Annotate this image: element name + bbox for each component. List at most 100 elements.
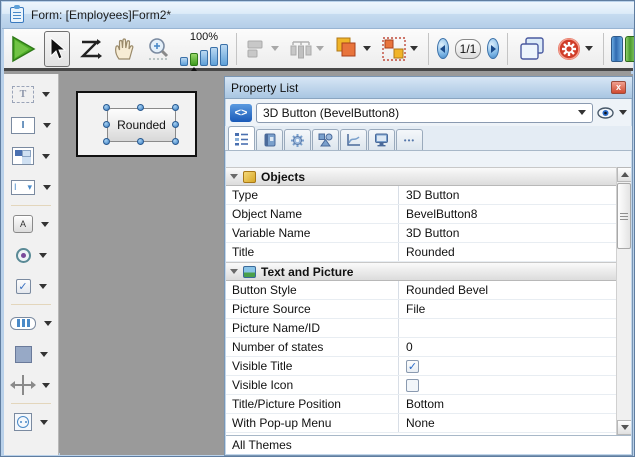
- property-value[interactable]: Rounded Bevel: [399, 283, 616, 297]
- scroll-up-button[interactable]: [617, 167, 631, 182]
- theme-filter-bar[interactable]: All Themes: [226, 435, 631, 454]
- property-row-number-of-states[interactable]: Number of states 0: [226, 338, 616, 357]
- window-titlebar[interactable]: Form: [Employees]Form2*: [2, 2, 635, 29]
- scrollbar-thumb[interactable]: [617, 183, 631, 249]
- selection-handle-ne[interactable]: [172, 104, 179, 111]
- tool-list-box[interactable]: [12, 145, 50, 167]
- z-order-tool-button[interactable]: [76, 31, 104, 67]
- tool-plugin-area[interactable]: [14, 411, 48, 433]
- tool-dropdown-arrow[interactable]: [44, 321, 52, 326]
- tool-input-field[interactable]: I: [11, 114, 51, 136]
- property-value[interactable]: Rounded: [399, 245, 616, 259]
- tool-dropdown-arrow[interactable]: [42, 154, 50, 159]
- gear-dropdown-arrow[interactable]: [585, 46, 593, 51]
- tool-button[interactable]: A: [13, 213, 49, 235]
- property-value[interactable]: BevelButton8: [399, 207, 616, 221]
- object-navigate-icon[interactable]: <>: [230, 104, 252, 122]
- property-value[interactable]: 0: [399, 340, 616, 354]
- page-indicator: 1/1: [455, 39, 481, 59]
- execute-form-button[interactable]: [8, 31, 38, 67]
- selection-handle-e[interactable]: [172, 121, 179, 128]
- property-row-with-popup-menu[interactable]: With Pop-up Menu None: [226, 414, 616, 433]
- property-row-button-style[interactable]: Button Style Rounded Bevel: [226, 281, 616, 300]
- gear-actions-button[interactable]: [554, 31, 595, 67]
- property-row-type[interactable]: Type 3D Button: [226, 186, 616, 205]
- selection-handle-w[interactable]: [103, 121, 110, 128]
- tab-properties-list[interactable]: [228, 126, 255, 150]
- property-value[interactable]: Bottom: [399, 397, 616, 411]
- distribute-dropdown-arrow[interactable]: [316, 46, 324, 51]
- tool-dropdown-arrow[interactable]: [41, 222, 49, 227]
- visible-icon-checkbox[interactable]: ✓: [406, 379, 419, 392]
- tab-shapes[interactable]: [312, 129, 339, 150]
- collapse-triangle-icon[interactable]: [230, 174, 238, 179]
- property-row-variable-name[interactable]: Variable Name 3D Button: [226, 224, 616, 243]
- tool-radio-button[interactable]: [16, 244, 47, 266]
- close-icon[interactable]: x: [611, 81, 626, 94]
- level-button[interactable]: [332, 31, 373, 67]
- zoom-tool-button[interactable]: [144, 31, 174, 67]
- duplicate-grid-button[interactable]: [379, 31, 420, 67]
- tool-dropdown-arrow[interactable]: [43, 123, 51, 128]
- selection-handle-nw[interactable]: [103, 104, 110, 111]
- tool-rectangle[interactable]: [15, 343, 48, 365]
- property-row-title-picture-position[interactable]: Title/Picture Position Bottom: [226, 395, 616, 414]
- gear-icon: [556, 36, 582, 62]
- selection-handle-se[interactable]: [172, 138, 179, 145]
- object-selector-dropdown[interactable]: 3D Button (BevelButton8): [256, 103, 593, 123]
- tool-static-text[interactable]: T: [12, 83, 50, 105]
- themes-books-button[interactable]: [611, 36, 635, 62]
- selection-handle-sw[interactable]: [103, 138, 110, 145]
- tab-book[interactable]: [256, 129, 283, 150]
- tool-dropdown-arrow[interactable]: [43, 185, 51, 190]
- level-dropdown-arrow[interactable]: [363, 46, 371, 51]
- tool-dropdown-arrow[interactable]: [39, 253, 47, 258]
- select-tool-button[interactable]: [44, 31, 70, 67]
- tool-combo-box[interactable]: I▾: [11, 176, 51, 198]
- tool-dropdown-arrow[interactable]: [40, 420, 48, 425]
- property-row-visible-title[interactable]: Visible Title ✓: [226, 357, 616, 376]
- tab-chart[interactable]: [340, 129, 367, 150]
- visible-title-checkbox[interactable]: ✓: [406, 360, 419, 373]
- property-list-titlebar[interactable]: Property List x: [225, 77, 632, 99]
- property-value[interactable]: 3D Button: [399, 226, 616, 240]
- property-value[interactable]: 3D Button: [399, 188, 616, 202]
- section-text-and-picture[interactable]: Text and Picture: [226, 262, 616, 281]
- align-dropdown-arrow[interactable]: [271, 46, 279, 51]
- selection-handle-s[interactable]: [137, 138, 144, 145]
- tool-dropdown-arrow[interactable]: [39, 284, 47, 289]
- tab-monitor[interactable]: [368, 129, 395, 150]
- property-row-object-name[interactable]: Object Name BevelButton8: [226, 205, 616, 224]
- property-list-scrollbar[interactable]: [616, 167, 631, 435]
- view-options-button[interactable]: [597, 107, 627, 119]
- duplicate-dropdown-arrow[interactable]: [410, 46, 418, 51]
- property-row-picture-name-id[interactable]: Picture Name/ID: [226, 319, 616, 338]
- section-objects[interactable]: Objects: [226, 167, 616, 186]
- property-row-picture-source[interactable]: Picture Source File: [226, 300, 616, 319]
- zoom-bars-icon[interactable]: [180, 44, 228, 66]
- property-value[interactable]: File: [399, 302, 616, 316]
- tab-gear[interactable]: [284, 129, 311, 150]
- page-previous-button[interactable]: [437, 38, 449, 59]
- tool-splitter[interactable]: [12, 374, 50, 396]
- form-page-area[interactable]: Rounded: [76, 91, 197, 157]
- scroll-down-button[interactable]: [617, 420, 631, 435]
- tool-dropdown-arrow[interactable]: [40, 352, 48, 357]
- distribute-button[interactable]: [287, 31, 326, 67]
- display-pages-button[interactable]: [516, 31, 548, 67]
- property-value[interactable]: None: [399, 416, 616, 430]
- collapse-triangle-icon[interactable]: [230, 269, 238, 274]
- property-row-visible-icon[interactable]: Visible Icon ✓: [226, 376, 616, 395]
- tab-more[interactable]: •••: [396, 129, 423, 150]
- tool-dropdown-arrow[interactable]: [42, 383, 50, 388]
- page-next-button[interactable]: [487, 38, 499, 59]
- align-button[interactable]: [244, 31, 281, 67]
- tool-tab-control[interactable]: [10, 312, 52, 334]
- tool-dropdown-arrow[interactable]: [42, 92, 50, 97]
- selection-handle-n[interactable]: [137, 104, 144, 111]
- property-row-title[interactable]: Title Rounded: [226, 243, 616, 262]
- rounded-bevel-button-object[interactable]: Rounded: [107, 108, 176, 142]
- hand-tool-button[interactable]: [110, 31, 138, 67]
- zoom-level-control[interactable]: 100%: [180, 32, 228, 66]
- tool-checkbox[interactable]: ✓: [16, 275, 47, 297]
